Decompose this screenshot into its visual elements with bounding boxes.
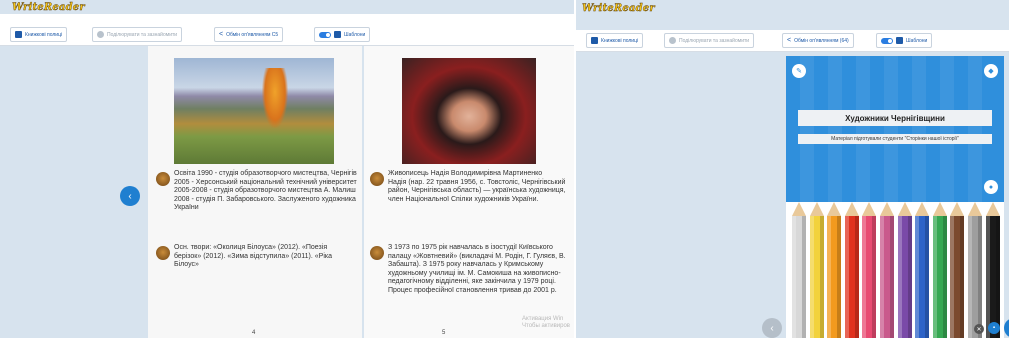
pencils-image [786, 202, 1004, 338]
share-label: Поділюрувати та зазнайомити [679, 37, 750, 44]
chevron-left-icon: ‹ [770, 322, 774, 334]
templates-label: Шаблони [906, 37, 928, 44]
stripe [828, 56, 842, 202]
book-page-left[interactable]: Освіта 1990 - студія образотворчого мист… [148, 46, 362, 338]
owl-icon [156, 246, 170, 260]
book-page-right[interactable]: Живописець Надія Володимирівна Мартиненк… [364, 46, 574, 338]
page-text-2: З 1973 по 1975 рік навчалась в ізостудії… [388, 244, 566, 294]
page-text-block-1: Живописець Надія Володимирівна Мартиненк… [388, 170, 572, 204]
stripe [968, 56, 982, 202]
toggle-switch[interactable] [319, 31, 331, 38]
publish-button[interactable]: < Обмін оп'являнням (64) [782, 33, 854, 48]
page-number: 4 [252, 330, 256, 336]
pencil [792, 202, 806, 338]
pencil [932, 202, 947, 338]
autumn-tree [262, 68, 288, 128]
pencil [827, 202, 842, 338]
pencil [844, 202, 859, 338]
owl-icon [156, 172, 170, 186]
cover-title[interactable]: Художники Чернігівщини [798, 110, 992, 126]
pencil [897, 202, 912, 338]
share-label: Поділюрувати та зазнайомити [107, 31, 178, 38]
prev-page-button[interactable]: ‹ [762, 318, 782, 338]
right-screen: WriteReader Книжкові полиці Поділюрувати… [576, 0, 1009, 338]
library-button[interactable]: Книжкові полиці [10, 27, 68, 42]
publish-label: Обмін оп'являнням (64) [794, 37, 849, 44]
pencil [880, 202, 894, 338]
toolbar: Книжкові полиці Поділюрувати та зазнайом… [0, 24, 574, 46]
stripe [800, 56, 814, 202]
book-cover-page[interactable]: ✎ ◆ Художники Чернігівщини Матеріал підг… [786, 56, 1004, 338]
stripe [856, 56, 870, 202]
pencil [968, 202, 982, 338]
library-button[interactable]: Книжкові полиці [586, 33, 644, 48]
page-text-2: Осн. твори: «Околиця Білоуса» (2012). «П… [174, 244, 332, 269]
left-screen: WriteReader Книжкові полиці Поділюрувати… [0, 0, 574, 338]
pencil [862, 202, 877, 338]
microphone-icon[interactable]: ● [984, 180, 998, 194]
pencil [809, 202, 824, 338]
share-button[interactable]: Поділюрувати та зазнайомити [92, 27, 183, 42]
share-icon: < [787, 37, 792, 44]
templates-icon [334, 31, 341, 38]
tag-icon[interactable]: ◆ [984, 64, 998, 78]
page-text-heading: Живописець Надія Володимирівна Мартиненк… [388, 170, 543, 177]
print-icon [97, 31, 104, 38]
toggle-switch[interactable] [881, 37, 893, 44]
templates-icon [896, 37, 903, 44]
print-icon [669, 37, 676, 44]
share-button[interactable]: Поділюрувати та зазнайомити [664, 33, 755, 48]
pencil [950, 202, 965, 338]
app-logo[interactable]: WriteReader [12, 2, 85, 13]
pencil [915, 202, 930, 338]
app-logo[interactable]: WriteReader [582, 3, 655, 14]
stripe [940, 56, 954, 202]
stripe [884, 56, 898, 202]
save-icon[interactable]: ▪ [988, 322, 1000, 334]
publish-label: Обмін оп'являнням C5 [226, 31, 279, 38]
pencil [985, 202, 1000, 338]
templates-toggle[interactable]: Шаблони [314, 27, 371, 42]
bookshelf-icon [591, 37, 598, 44]
cover-subtitle[interactable]: Матеріал підготували студенти "Сторінки … [798, 134, 992, 144]
share-icon: < [219, 31, 224, 38]
page-number: 5 [442, 330, 446, 336]
owl-icon [370, 246, 384, 260]
templates-toggle[interactable]: Шаблони [876, 33, 933, 48]
templates-label: Шаблони [344, 31, 366, 38]
page-text-1: Освіта 1990 - студія образотворчого мист… [174, 170, 357, 212]
delete-icon[interactable]: ✕ [974, 324, 984, 334]
landscape-painting-image[interactable] [174, 58, 334, 164]
library-label: Книжкові полиці [25, 31, 63, 38]
toolbar: Книжкові полиці Поділюрувати та зазнайом… [576, 30, 1009, 52]
palette-icon[interactable]: ✎ [792, 64, 806, 78]
owl-icon [370, 172, 384, 186]
page-text-body: Надія (нар. 22 травня 1956, с. Товстоліс… [388, 178, 566, 203]
library-label: Книжкові полиці [601, 37, 639, 44]
bookshelf-icon [15, 31, 22, 38]
chevron-left-icon: ‹ [128, 190, 132, 202]
next-page-button[interactable]: › [1004, 318, 1009, 338]
stripe [912, 56, 926, 202]
top-bar [0, 14, 574, 24]
windows-activation-watermark: Активация Win Чтобы активиров [522, 316, 570, 329]
prev-page-button[interactable]: ‹ [120, 186, 140, 206]
portrait-photo-image[interactable] [402, 58, 536, 164]
publish-button[interactable]: < Обмін оп'являнням C5 [214, 27, 284, 42]
